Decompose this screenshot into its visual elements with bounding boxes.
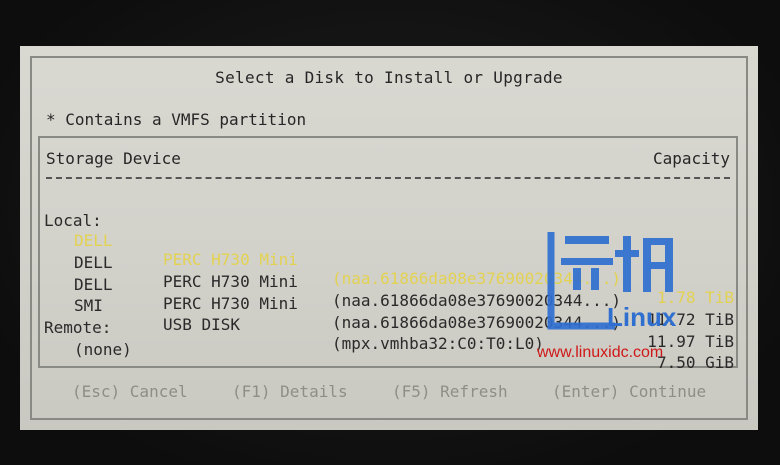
refresh-key-hint[interactable]: (F5) Refresh xyxy=(392,382,508,401)
storage-device-header: Storage Device xyxy=(46,149,181,168)
header-divider xyxy=(46,177,730,179)
watermark-logo-text: Linux xyxy=(607,302,677,332)
continue-key-hint[interactable]: (Enter) Continue xyxy=(552,382,706,401)
watermark-url: www.linuxidc.com xyxy=(537,344,664,361)
capacity-header: Capacity xyxy=(652,149,730,168)
cancel-key-hint[interactable]: (Esc) Cancel xyxy=(72,382,188,401)
dialog-title: Select a Disk to Install or Upgrade xyxy=(215,68,563,87)
remote-none-label: (none) xyxy=(74,340,132,359)
linuxidc-logo-watermark: Linux xyxy=(547,232,677,332)
details-key-hint[interactable]: (F1) Details xyxy=(232,382,348,401)
disk-capacity: 7.50 GiB xyxy=(656,353,734,372)
local-section-label: Local: xyxy=(20,192,758,230)
vmfs-legend: * Contains a VMFS partition xyxy=(46,110,307,129)
